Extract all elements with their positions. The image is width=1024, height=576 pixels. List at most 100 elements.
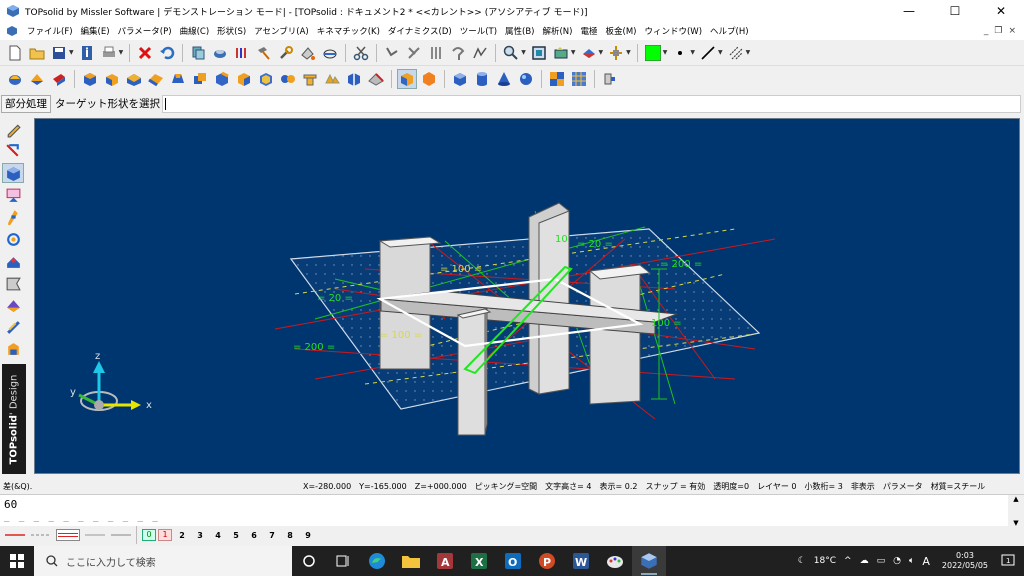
status-decimals[interactable]: 小数桁= 3	[804, 481, 842, 492]
split-tool-button[interactable]	[344, 69, 364, 89]
menu-window[interactable]: ウィンドウ(W)	[640, 25, 706, 37]
status-picking[interactable]: ピッキング=空間	[475, 481, 537, 492]
show-hidden-icons-icon[interactable]: ^	[844, 556, 852, 566]
render-dropdown-icon[interactable]: ▼	[599, 49, 604, 56]
cylinder-primitive-button[interactable]	[472, 69, 492, 89]
box-primitive-button[interactable]	[450, 69, 470, 89]
delete-button[interactable]	[135, 43, 155, 63]
edge-browser-icon[interactable]	[360, 546, 394, 576]
mdi-close-button[interactable]: ×	[1008, 26, 1016, 36]
cone-primitive-button[interactable]	[494, 69, 514, 89]
layer-1-button[interactable]: 1	[158, 529, 172, 541]
color-swatch[interactable]	[643, 43, 663, 63]
status-transparency[interactable]: 透明度=0	[713, 481, 749, 492]
menu-help[interactable]: ヘルプ(H)	[706, 25, 753, 37]
scroll-up-icon[interactable]: ▲	[1013, 495, 1018, 503]
line-type-thin[interactable]	[84, 529, 106, 541]
parameter-button[interactable]	[232, 43, 252, 63]
view-mode-dropdown-icon[interactable]: ▼	[571, 49, 576, 56]
status-params[interactable]: パラメータ	[883, 481, 923, 492]
layer-3-button[interactable]: 3	[191, 531, 209, 540]
fillet-tool-button[interactable]	[212, 69, 232, 89]
shade-button[interactable]	[320, 43, 340, 63]
weather-temperature[interactable]: 18°C	[814, 556, 836, 566]
tool-a-button[interactable]	[382, 43, 402, 63]
assembly-tool-button[interactable]	[600, 69, 620, 89]
menu-kinematic[interactable]: キネマチック(K)	[313, 25, 384, 37]
shape-tool-1-button[interactable]	[5, 69, 25, 89]
point-style-dropdown-icon[interactable]: ▼	[690, 49, 695, 56]
task-view-icon[interactable]	[326, 546, 360, 576]
outlook-icon[interactable]: O	[496, 546, 530, 576]
shape-tool-3-button[interactable]	[49, 69, 69, 89]
close-button[interactable]: ✕	[978, 0, 1024, 22]
powerpoint-icon[interactable]: P	[530, 546, 564, 576]
color-dropdown-icon[interactable]: ▼	[663, 49, 668, 56]
hatch-button[interactable]	[726, 43, 746, 63]
3d-viewport[interactable]: = 20 = = 100 = = 200 = = 20 = = 100 = = …	[34, 118, 1020, 474]
hatch-dropdown-icon[interactable]: ▼	[746, 49, 751, 56]
layer-5-button[interactable]: 5	[227, 531, 245, 540]
curve-tool-icon[interactable]	[2, 141, 24, 161]
sphere-primitive-button[interactable]	[516, 69, 536, 89]
rib-tool-button[interactable]	[300, 69, 320, 89]
weather-moon-icon[interactable]: ☾	[798, 556, 806, 566]
hex-tool-button[interactable]	[419, 69, 439, 89]
mesh-tool-button[interactable]	[569, 69, 589, 89]
block-tool-button[interactable]	[80, 69, 100, 89]
layer-0-button[interactable]: 0	[142, 529, 156, 541]
status-hidden[interactable]: 非表示	[851, 481, 875, 492]
maximize-button[interactable]: ☐	[932, 0, 978, 22]
taskbar-clock[interactable]: 0:03 2022/05/05	[942, 551, 988, 571]
info-button[interactable]	[77, 43, 97, 63]
topsolid-taskbar-icon[interactable]	[632, 546, 666, 576]
layer-7-button[interactable]: 7	[263, 531, 281, 540]
cortana-icon[interactable]	[292, 546, 326, 576]
notification-center-icon[interactable]: 1	[996, 554, 1020, 568]
tool-b-button[interactable]	[404, 43, 424, 63]
sheetmetal-mode-icon[interactable]	[2, 273, 24, 293]
electrode-mode-icon[interactable]	[2, 251, 24, 271]
menu-parameter[interactable]: パラメータ(P)	[114, 25, 176, 37]
save-button[interactable]	[49, 43, 69, 63]
extrude-tool-button[interactable]	[102, 69, 122, 89]
point-style-button[interactable]	[670, 43, 690, 63]
taskbar-search-box[interactable]: ここに入力して検索	[34, 546, 292, 576]
revolve-tool-button[interactable]	[124, 69, 144, 89]
sweep-tool-button[interactable]	[146, 69, 166, 89]
section-dropdown-icon[interactable]: ▼	[626, 49, 631, 56]
chamfer-tool-button[interactable]	[234, 69, 254, 89]
render-button[interactable]	[579, 43, 599, 63]
line-type-dashed[interactable]	[30, 529, 52, 541]
mdi-restore-button[interactable]: ❐	[994, 26, 1002, 36]
measure-button[interactable]	[210, 43, 230, 63]
wrench-button[interactable]	[276, 43, 296, 63]
shape-mode-icon[interactable]	[2, 163, 24, 183]
loft-tool-button[interactable]	[168, 69, 188, 89]
zoom-icon[interactable]	[501, 43, 521, 63]
line-style-dropdown-icon[interactable]: ▼	[718, 49, 723, 56]
fill-button[interactable]	[298, 43, 318, 63]
fit-view-button[interactable]	[529, 43, 549, 63]
copy-button[interactable]	[188, 43, 208, 63]
new-file-button[interactable]	[5, 43, 25, 63]
status-material[interactable]: 材質=スチール	[931, 481, 986, 492]
layer-6-button[interactable]: 6	[245, 531, 263, 540]
menu-file[interactable]: ファイル(F)	[23, 25, 77, 37]
save-dropdown-icon[interactable]: ▼	[69, 49, 74, 56]
zoom-dropdown-icon[interactable]: ▼	[521, 49, 526, 56]
command-scrollbar[interactable]: ▲ ▼	[1008, 495, 1024, 527]
print-button[interactable]	[99, 43, 119, 63]
open-folder-button[interactable]	[27, 43, 47, 63]
menu-dynamics[interactable]: ダイナミクス(D)	[384, 25, 456, 37]
partial-process-button[interactable]	[397, 69, 417, 89]
menu-edit[interactable]: 編集(E)	[77, 25, 114, 37]
layer-8-button[interactable]: 8	[281, 531, 299, 540]
command-input-value[interactable]: 60	[4, 498, 1024, 511]
section-button[interactable]	[606, 43, 626, 63]
draft-tool-button[interactable]	[322, 69, 342, 89]
print-dropdown-icon[interactable]: ▼	[119, 49, 124, 56]
shape-tool-2-button[interactable]	[27, 69, 47, 89]
status-layer[interactable]: レイヤー 0	[757, 481, 796, 492]
layer-9-button[interactable]: 9	[299, 531, 317, 540]
